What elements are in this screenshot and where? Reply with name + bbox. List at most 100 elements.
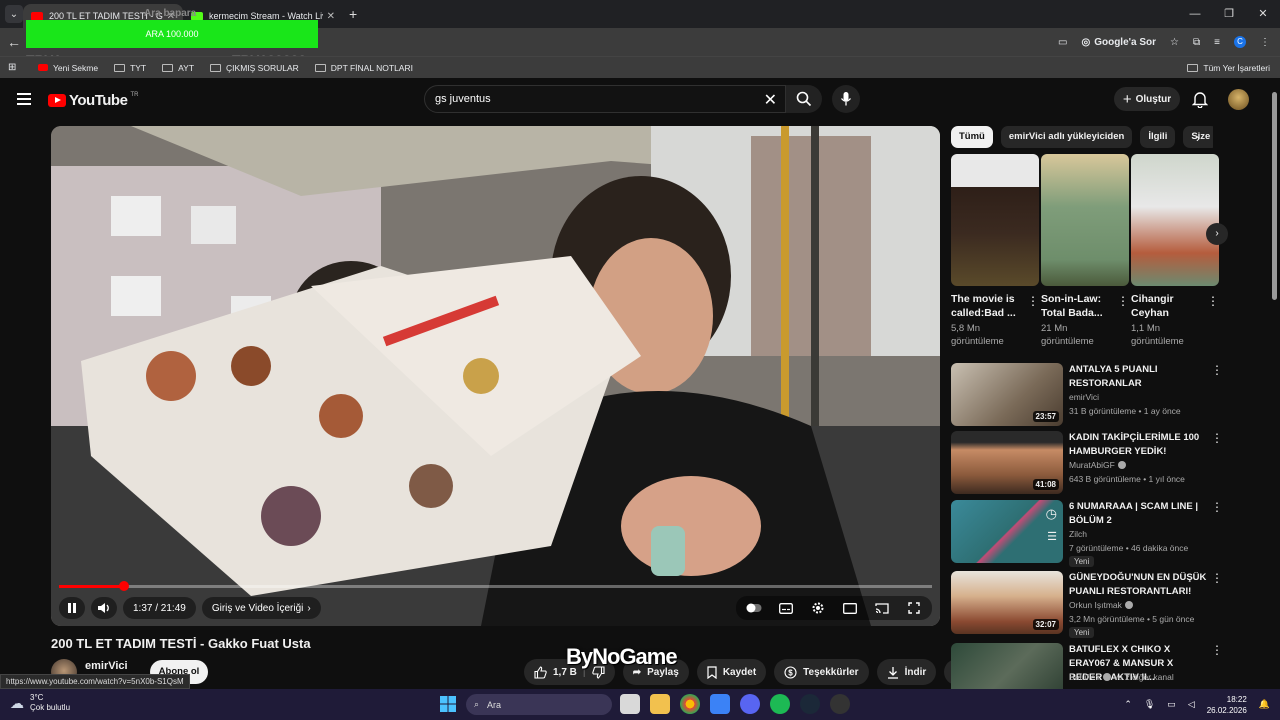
lens-icon: ◎: [1081, 36, 1091, 48]
page-scrollbar[interactable]: [1272, 92, 1277, 300]
settings-button[interactable]: [806, 601, 830, 615]
google-lens-button[interactable]: ◎ Google'a Sor: [1081, 37, 1156, 48]
bookmark-tyt[interactable]: TYT: [114, 63, 146, 73]
chip-all[interactable]: Tümü: [951, 126, 993, 148]
add-to-queue-icon[interactable]: ☰: [1047, 530, 1057, 543]
new-tab-button[interactable]: +: [349, 6, 357, 22]
create-button[interactable]: + Oluştur: [1114, 87, 1180, 111]
cast-icon[interactable]: ▭: [1058, 37, 1067, 48]
theater-mode-button[interactable]: [838, 602, 862, 614]
channel-name[interactable]: emirVici: [85, 660, 128, 672]
volume-button[interactable]: [91, 597, 117, 619]
bookmark-star-icon[interactable]: ☆: [1170, 37, 1179, 48]
spotify-icon[interactable]: [770, 694, 790, 714]
windows-start-icon[interactable]: [440, 696, 456, 712]
obs-icon[interactable]: [830, 694, 850, 714]
thanks-button[interactable]: $ Teşekkürler: [774, 659, 869, 685]
shorts-next-button[interactable]: ›: [1206, 223, 1228, 245]
svg-text:$: $: [788, 668, 793, 677]
notifications-icon[interactable]: 🔔: [1259, 699, 1270, 710]
microphone-icon[interactable]: 🎙: [1144, 699, 1155, 710]
more-vertical-icon[interactable]: ⋮: [1027, 294, 1039, 308]
video-player[interactable]: 1:37 / 21:49 Giriş ve Video İçeriği ›: [51, 126, 940, 626]
browser-menu-icon[interactable]: ⋮: [1260, 37, 1270, 48]
maximize-icon[interactable]: ❐: [1212, 0, 1246, 28]
network-icon[interactable]: ▭: [1167, 699, 1176, 710]
folder-icon: [314, 63, 326, 72]
search-input[interactable]: [425, 86, 745, 112]
minimize-icon[interactable]: —: [1178, 0, 1212, 28]
folder-icon[interactable]: [650, 694, 670, 714]
all-bookmarks[interactable]: Tüm Yer İşaretleri: [1187, 57, 1270, 79]
folder-icon: [1187, 64, 1199, 72]
pause-button[interactable]: [59, 597, 85, 619]
weather-widget[interactable]: ☁ 3°C Çok bulutlu: [10, 693, 70, 713]
apps-grid-icon[interactable]: ⊞: [8, 62, 20, 73]
download-button[interactable]: İndir: [876, 659, 937, 685]
youtube-logo[interactable]: YouTube TR: [48, 92, 138, 109]
short-views: 21 Mn görüntüleme: [1041, 323, 1094, 347]
more-vertical-icon[interactable]: ⋮: [1207, 294, 1219, 308]
bookmark-dpt-final[interactable]: DPT FİNAL NOTLARI: [314, 63, 413, 73]
autoplay-toggle[interactable]: [742, 603, 766, 613]
bookmark-cikmis-sorular[interactable]: ÇIKMIŞ SORULAR: [210, 63, 299, 73]
video-title: ANTALYA 5 PUANLI RESTORANLAR: [1069, 364, 1158, 389]
search-button[interactable]: [786, 85, 822, 113]
extensions-icon[interactable]: ⧉: [1193, 37, 1200, 48]
short-thumbnail: [1131, 154, 1219, 286]
chips-next-icon[interactable]: ›: [1196, 131, 1200, 145]
file-icon[interactable]: [620, 694, 640, 714]
progress-scrubber[interactable]: [118, 581, 129, 591]
tab-search-button[interactable]: ⌄: [5, 5, 23, 23]
country-code: TR: [130, 91, 139, 98]
recommended-video[interactable]: 41:08 KADIN TAKİPÇİLERİMLE 100 HAMBURGER…: [951, 431, 1231, 495]
short-views: 5,8 Mn görüntüleme: [951, 323, 1004, 347]
close-tab-icon[interactable]: ✕: [327, 11, 335, 22]
chrome-icon[interactable]: [680, 694, 700, 714]
more-vertical-icon[interactable]: ⋮: [1211, 363, 1223, 377]
voice-search-button[interactable]: [832, 85, 860, 113]
user-avatar[interactable]: [1228, 89, 1249, 110]
chapter-button[interactable]: Giriş ve Video İçeriği ›: [201, 597, 321, 619]
short-item[interactable]: The movie is called:Bad ... 5,8 Mn görün…: [951, 154, 1039, 348]
menu-hamburger-icon[interactable]: [17, 93, 31, 105]
recommended-video[interactable]: 32:07 GÜNEYDOĞU'NUN EN DÜŞÜK PUANLI REST…: [951, 571, 1231, 638]
video-title: 200 TL ET TADIM TESTİ - Gakko Fuat Usta: [51, 636, 311, 651]
more-vertical-icon[interactable]: ⋮: [1211, 431, 1223, 445]
progress-bar[interactable]: [59, 581, 932, 591]
save-button[interactable]: Kaydet: [696, 659, 767, 685]
mail-icon[interactable]: [710, 694, 730, 714]
watch-later-icon[interactable]: ◷: [1046, 506, 1057, 522]
subtitles-button[interactable]: [774, 602, 798, 614]
chip-related[interactable]: İlgili: [1140, 126, 1176, 148]
bookmark-new-tab[interactable]: Yeni Sekme: [38, 63, 98, 73]
short-item[interactable]: Cihangir Ceyhan 1,1 Mn görüntüleme ⋮: [1131, 154, 1219, 348]
fullscreen-button[interactable]: [902, 602, 926, 614]
bookmark-ayt[interactable]: AYT: [162, 63, 194, 73]
cast-button[interactable]: [870, 602, 894, 614]
speaker-icon[interactable]: ◁: [1188, 699, 1195, 710]
steam-icon[interactable]: [800, 694, 820, 714]
chevron-up-icon[interactable]: ⌃: [1124, 699, 1132, 710]
more-vertical-icon[interactable]: ⋮: [1211, 571, 1223, 585]
clock[interactable]: 18:22 26.02.2026: [1207, 694, 1247, 716]
recommended-video[interactable]: 23:57 ANTALYA 5 PUANLI RESTORANLAR emirV…: [951, 363, 1231, 427]
short-item[interactable]: Son-in-Law: Total Bada... 21 Mn görüntül…: [1041, 154, 1129, 348]
profile-avatar[interactable]: C: [1234, 36, 1246, 48]
chip-from-uploader[interactable]: emirVici adlı yükleyiciden: [1000, 126, 1133, 148]
download-icon: [887, 666, 898, 679]
more-vertical-icon[interactable]: ⋮: [1211, 643, 1223, 657]
reading-list-icon[interactable]: ≡: [1214, 37, 1220, 48]
discord-icon[interactable]: [740, 694, 760, 714]
clear-search-icon[interactable]: ✕: [764, 90, 777, 110]
taskbar-search[interactable]: ⌕ Ara: [466, 694, 612, 715]
gear-icon: [812, 602, 824, 614]
toolbar-right-actions: ▭ ◎ Google'a Sor ☆ ⧉ ≡ C ⋮: [1058, 28, 1270, 56]
more-vertical-icon[interactable]: ⋮: [1211, 500, 1223, 514]
recommended-video[interactable]: ◷ ☰ 6 NUMARAAA | SCAM LINE | BÖLÜM 2 Zil…: [951, 500, 1231, 567]
notifications-bell-icon[interactable]: [1192, 90, 1208, 108]
back-arrow-icon[interactable]: ←: [0, 34, 28, 50]
close-window-icon[interactable]: ✕: [1246, 0, 1280, 28]
recommended-video[interactable]: BATUFLEX X CHIKO X ERAY067 & MANSUR X RE…: [951, 643, 1231, 689]
more-vertical-icon[interactable]: ⋮: [1117, 294, 1129, 308]
